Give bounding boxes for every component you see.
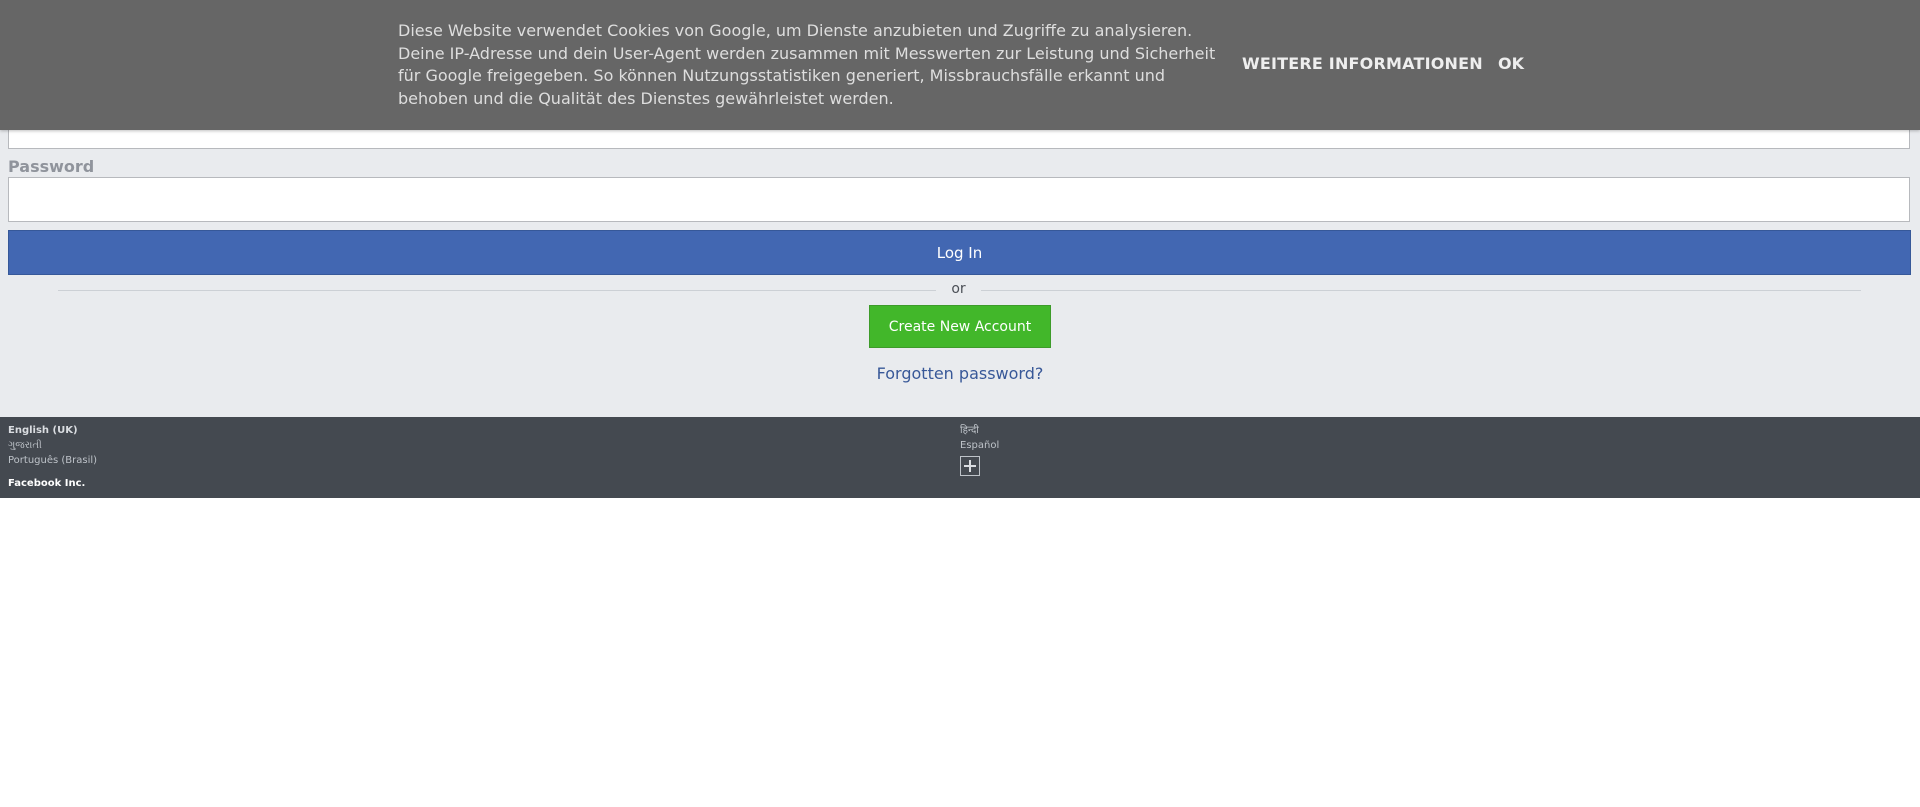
- password-label: Password: [8, 157, 95, 176]
- create-account-button[interactable]: Create New Account: [869, 305, 1051, 348]
- language-link[interactable]: Español: [960, 438, 999, 453]
- cookie-ok-button[interactable]: OK: [1498, 54, 1524, 73]
- cookie-notice-text: Diese Website verwendet Cookies von Goog…: [398, 21, 1216, 108]
- language-list-right: हिन्दी Español: [960, 423, 999, 476]
- language-list-left: English (UK) ગુજરાતી Português (Brasil): [8, 423, 97, 468]
- forgotten-password-row: Forgotten password?: [0, 364, 1920, 383]
- more-languages-plus-icon[interactable]: [960, 456, 980, 476]
- language-link[interactable]: ગુજરાતી: [8, 438, 97, 453]
- page: Password Log In or Create New Account Fo…: [0, 0, 1920, 807]
- divider-or-text: or: [951, 281, 966, 297]
- cookie-banner: Diese Website verwendet Cookies von Goog…: [0, 0, 1920, 130]
- language-link[interactable]: Português (Brasil): [8, 453, 97, 468]
- divider-line-right: [981, 290, 1861, 291]
- language-link[interactable]: हिन्दी: [960, 423, 999, 438]
- password-input[interactable]: [8, 177, 1910, 222]
- forgotten-password-link[interactable]: Forgotten password?: [877, 364, 1044, 383]
- cookie-more-info-link[interactable]: WEITERE INFORMATIONEN: [1242, 54, 1483, 73]
- company-name: Facebook Inc.: [8, 478, 86, 489]
- login-button[interactable]: Log In: [8, 230, 1911, 275]
- divider-line-left: [58, 290, 936, 291]
- language-current: English (UK): [8, 425, 78, 436]
- footer: English (UK) ગુજરાતી Português (Brasil) …: [0, 417, 1920, 498]
